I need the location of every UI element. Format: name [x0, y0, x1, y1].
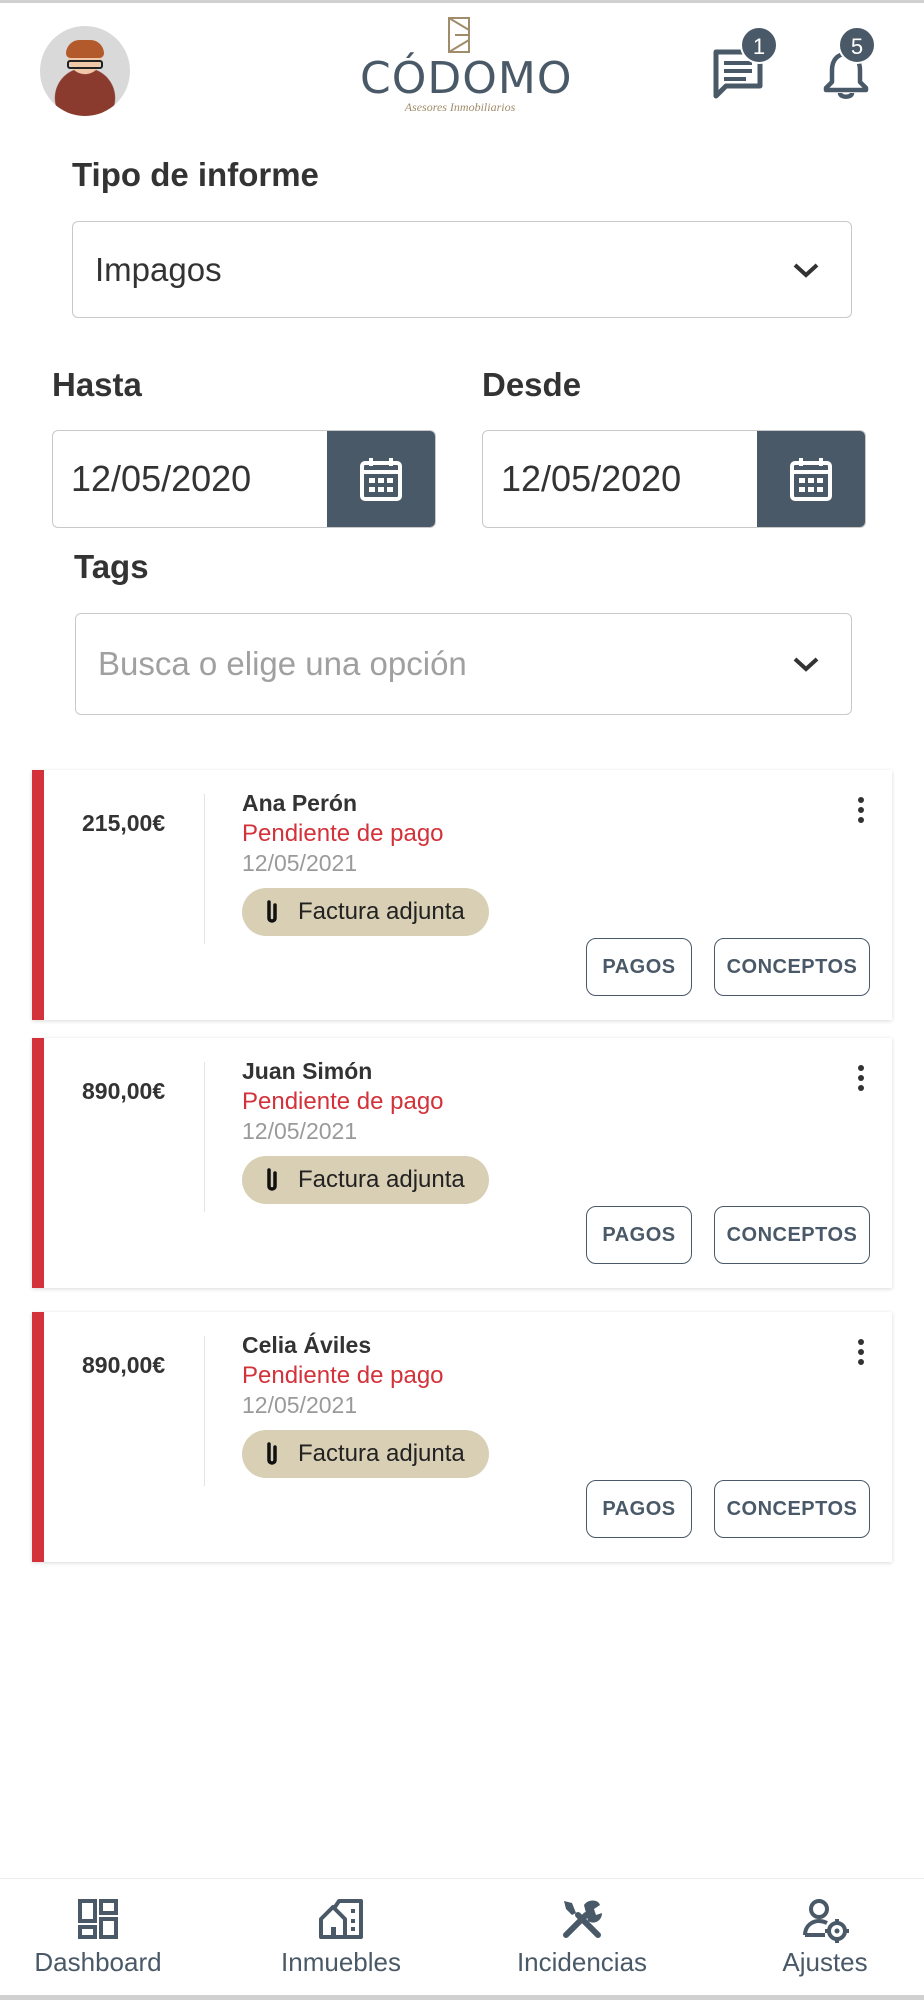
- attachment-chip[interactable]: Factura adjunta: [242, 1430, 489, 1478]
- pagos-button[interactable]: PAGOS: [586, 1206, 692, 1264]
- card-date: 12/05/2021: [242, 1118, 358, 1144]
- invoice-card: 215,00€ Ana Perón Pendiente de pago 12/0…: [32, 770, 892, 1020]
- nav-ajustes[interactable]: Ajustes: [772, 1895, 878, 1978]
- hasta-calendar-button[interactable]: [327, 431, 435, 527]
- notifications-badge: 5: [838, 26, 876, 64]
- pagos-button[interactable]: PAGOS: [586, 1480, 692, 1538]
- conceptos-button[interactable]: CONCEPTOS: [714, 1480, 870, 1538]
- user-settings-icon: [803, 1899, 849, 1943]
- desde-calendar-button[interactable]: [757, 431, 865, 527]
- brand-name: CÓDOMO: [360, 53, 573, 104]
- card-divider: [204, 794, 205, 944]
- card-amount: 890,00€: [82, 1352, 166, 1378]
- paperclip-icon: [267, 1442, 277, 1465]
- tags-label: Tags: [74, 548, 149, 585]
- report-type-select[interactable]: Impagos: [72, 221, 852, 318]
- pagos-button[interactable]: PAGOS: [586, 938, 692, 996]
- messages-badge: 1: [740, 26, 778, 64]
- chevron-down-icon: [793, 657, 819, 672]
- card-status: Pendiente de pago: [242, 1088, 444, 1115]
- nav-ajustes-label: Ajustes: [782, 1947, 868, 1977]
- tags-select[interactable]: Busca o elige una opción: [75, 613, 852, 715]
- card-tenant-name: Juan Simón: [242, 1058, 373, 1084]
- status-bar: [32, 1312, 44, 1562]
- card-divider: [204, 1062, 205, 1212]
- card-status: Pendiente de pago: [242, 1362, 444, 1389]
- tags-placeholder: Busca o elige una opción: [98, 645, 467, 682]
- avatar-hair: [66, 40, 104, 58]
- nav-dashboard[interactable]: Dashboard: [32, 1895, 164, 1978]
- nav-incidencias[interactable]: Incidencias: [508, 1895, 656, 1978]
- bottom-edge: [0, 1995, 924, 2000]
- attachment-chip[interactable]: Factura adjunta: [242, 888, 489, 936]
- attachment-chip-label: Factura adjunta: [298, 1166, 465, 1193]
- nav-dashboard-label: Dashboard: [34, 1947, 162, 1977]
- avatar[interactable]: [40, 26, 130, 116]
- brand-logo: CÓDOMO Asesores Inmobiliarios: [360, 16, 573, 128]
- card-tenant-name: Ana Perón: [242, 790, 358, 816]
- card-amount: 215,00€: [82, 810, 166, 836]
- status-bar: [32, 770, 44, 1020]
- calendar-icon: [790, 458, 832, 501]
- desde-date-field[interactable]: 12/05/2020: [482, 430, 866, 528]
- logo-mark-icon: [446, 16, 474, 54]
- desde-date-value: 12/05/2020: [501, 458, 682, 499]
- messages-button[interactable]: 1: [710, 26, 778, 102]
- invoice-card: 890,00€ Celia Áviles Pendiente de pago 1…: [32, 1312, 892, 1562]
- report-type-value: Impagos: [95, 250, 222, 288]
- paperclip-icon: [267, 1168, 277, 1191]
- nav-inmuebles[interactable]: Inmuebles: [270, 1895, 412, 1978]
- hasta-label: Hasta: [52, 366, 142, 403]
- nav-inmuebles-label: Inmuebles: [281, 1947, 401, 1977]
- card-amount: 890,00€: [82, 1078, 166, 1104]
- invoice-card: 890,00€ Juan Simón Pendiente de pago 12/…: [32, 1038, 892, 1288]
- desde-label: Desde: [482, 366, 582, 403]
- more-options-icon[interactable]: [856, 796, 866, 824]
- status-bar: [32, 1038, 44, 1288]
- conceptos-button[interactable]: CONCEPTOS: [714, 938, 870, 996]
- tools-icon: [563, 1900, 602, 1938]
- avatar-glasses: [67, 60, 103, 69]
- notifications-button[interactable]: 5: [818, 26, 876, 102]
- paperclip-icon: [267, 900, 277, 923]
- more-options-icon[interactable]: [856, 1338, 866, 1366]
- hasta-date-field[interactable]: 12/05/2020: [52, 430, 436, 528]
- hasta-date-value: 12/05/2020: [71, 458, 252, 499]
- card-divider: [204, 1336, 205, 1486]
- report-type-label: Tipo de informe: [72, 156, 319, 193]
- bottom-navigation: Dashboard Inmuebles Incidencias Ajustes: [0, 1878, 924, 2000]
- conceptos-button[interactable]: CONCEPTOS: [714, 1206, 870, 1264]
- more-options-icon[interactable]: [856, 1064, 866, 1092]
- attachment-chip-label: Factura adjunta: [298, 898, 465, 925]
- chevron-down-icon: [793, 263, 819, 278]
- card-status: Pendiente de pago: [242, 820, 444, 847]
- card-date: 12/05/2021: [242, 850, 358, 876]
- card-date: 12/05/2021: [242, 1392, 358, 1418]
- nav-incidencias-label: Incidencias: [516, 1947, 648, 1977]
- dashboard-icon: [78, 1899, 118, 1939]
- calendar-icon: [360, 458, 402, 501]
- top-border: [0, 0, 924, 3]
- buildings-icon: [319, 1899, 363, 1939]
- attachment-chip[interactable]: Factura adjunta: [242, 1156, 489, 1204]
- card-tenant-name: Celia Áviles: [242, 1332, 372, 1358]
- attachment-chip-label: Factura adjunta: [298, 1440, 465, 1467]
